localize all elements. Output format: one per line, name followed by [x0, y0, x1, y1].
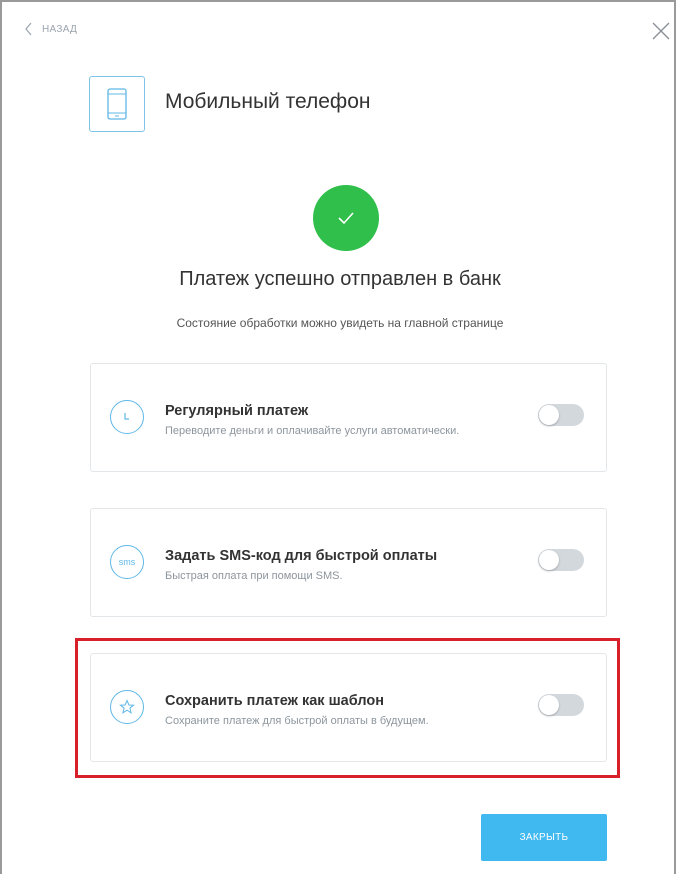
star-icon [110, 690, 144, 724]
success-subline: Состояние обработки можно увидеть на гла… [176, 316, 504, 330]
sms-toggle[interactable] [538, 549, 584, 571]
option-title: Сохранить платеж как шаблон [165, 693, 384, 709]
option-card-recurring: Регулярный платеж Переводите деньги и оп… [90, 363, 607, 472]
close-button[interactable]: ЗАКРЫТЬ [481, 814, 607, 861]
sms-icon: sms [110, 545, 144, 579]
clock-icon [110, 400, 144, 434]
service-title: Мобильный телефон [165, 90, 371, 113]
option-card-sms: sms Задать SMS-код для быстрой оплаты Бы… [90, 508, 607, 617]
sms-icon-label: sms [118, 557, 136, 567]
template-toggle[interactable] [538, 694, 584, 716]
toggle-knob [539, 550, 559, 570]
option-title: Задать SMS-код для быстрой оплаты [165, 548, 438, 564]
back-label: НАЗАД [42, 23, 78, 35]
back-link[interactable]: НАЗАД [24, 22, 77, 36]
toggle-knob [539, 695, 559, 715]
recurring-toggle[interactable] [538, 404, 584, 426]
option-description: Быстрая оплата при помощи SMS. [165, 570, 343, 582]
service-icon-box [89, 76, 145, 132]
mobile-phone-icon [107, 88, 127, 120]
toggle-knob [539, 405, 559, 425]
check-icon [338, 212, 354, 225]
option-title: Регулярный платеж [165, 403, 309, 419]
option-description: Переводите деньги и оплачивайте услуги а… [165, 425, 460, 437]
success-badge [313, 185, 379, 251]
close-icon[interactable] [652, 22, 670, 40]
chevron-left-icon [25, 22, 32, 36]
success-headline: Платеж успешно отправлен в банк [179, 268, 501, 290]
option-card-template: Сохранить платеж как шаблон Сохраните пл… [90, 653, 607, 762]
modal-window: НАЗАД Мобильный телефон Платеж успешно о… [0, 0, 676, 874]
option-description: Сохраните платеж для быстрой оплаты в бу… [165, 715, 429, 727]
